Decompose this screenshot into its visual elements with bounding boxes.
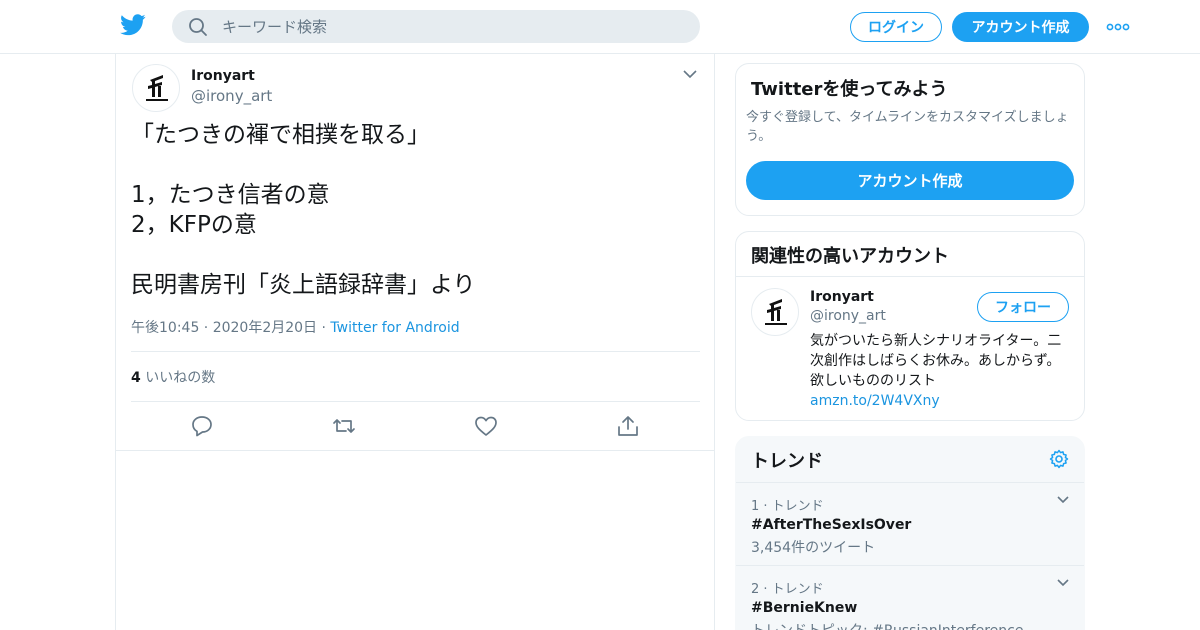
related-account-bio: 気がついたら新人シナリオライター。二次創作はしばらくお休み。あしからず。 欲しい… xyxy=(810,331,1072,411)
trends-card: トレンド 1 · トレンド #AfterTheSexIsOver 3,454件の… xyxy=(735,436,1085,630)
signup-card-button[interactable]: アカウント作成 xyxy=(746,161,1074,200)
user-name[interactable]: Ironyart xyxy=(191,68,255,84)
like-stats[interactable]: 4 いいねの数 xyxy=(131,367,215,387)
twitter-bird-icon[interactable] xyxy=(120,14,146,36)
ironyart-logo-icon xyxy=(765,299,787,325)
signup-button[interactable]: アカウント作成 xyxy=(952,12,1089,42)
login-button[interactable]: ログイン xyxy=(850,12,942,42)
user-handle[interactable]: @irony_art xyxy=(191,87,272,105)
divider xyxy=(736,482,1084,483)
avatar[interactable] xyxy=(751,288,799,336)
follow-button[interactable]: フォロー xyxy=(977,292,1069,322)
trend-meta: 3,454件のツイート xyxy=(751,540,876,556)
reply-icon[interactable] xyxy=(190,415,214,437)
tweet-timestamp[interactable]: 午後10:45 · 2020年2月20日 · xyxy=(131,320,326,336)
chevron-down-icon[interactable] xyxy=(1056,578,1070,588)
like-count: 4 xyxy=(131,370,141,386)
related-account-name[interactable]: Ironyart xyxy=(810,289,874,305)
trend-rank: 2 · トレンド xyxy=(751,582,824,597)
divider xyxy=(736,565,1084,566)
gear-icon[interactable] xyxy=(1049,449,1069,469)
divider xyxy=(131,351,700,352)
related-accounts-card: 関連性の高いアカウント Ironyart @irony_art フォロー 気がつ… xyxy=(735,231,1085,421)
like-count-label: いいねの数 xyxy=(145,370,216,386)
signup-card-description: 今すぐ登録して、タイムラインをカスタマイズしましょう。 xyxy=(746,110,1069,144)
tweet-detail: Ironyart @irony_art 「たつきの褌で相撲を取る」 1，たつき信… xyxy=(115,54,715,630)
avatar[interactable] xyxy=(132,64,180,112)
bio-link[interactable]: amzn.to/2W4VXny xyxy=(810,391,1072,411)
divider xyxy=(131,401,700,402)
like-heart-icon[interactable] xyxy=(474,415,498,437)
chevron-down-icon[interactable] xyxy=(682,68,698,80)
divider xyxy=(736,276,1084,277)
tweet-meta: 午後10:45 · 2020年2月20日 · Twitter for Andro… xyxy=(131,317,460,337)
search-bar[interactable] xyxy=(172,10,700,43)
tweet-source-link[interactable]: Twitter for Android xyxy=(330,320,459,336)
chevron-down-icon[interactable] xyxy=(1056,495,1070,505)
trend-tag[interactable]: #AfterTheSexIsOver xyxy=(751,517,1081,533)
related-account-handle[interactable]: @irony_art xyxy=(810,308,886,324)
trends-title: トレンド xyxy=(751,451,823,472)
ironyart-logo-icon xyxy=(146,75,168,101)
top-bar: ログイン アカウント作成 xyxy=(0,0,1200,54)
signup-card-title: Twitterを使ってみよう xyxy=(751,79,948,100)
trend-tag[interactable]: #BernieKnew xyxy=(751,600,1081,616)
search-input[interactable] xyxy=(222,10,682,43)
trend-item[interactable]: 2 · トレンド #BernieKnew トレンドトピック: #RussianI… xyxy=(751,578,1081,630)
tweet-text: 「たつきの褌で相撲を取る」 1，たつき信者の意 2，KFPの意 民明書房刊「炎上… xyxy=(131,122,476,298)
signup-card: Twitterを使ってみよう 今すぐ登録して、タイムラインをカスタマイズしましょ… xyxy=(735,63,1085,216)
search-icon xyxy=(189,18,207,36)
bio-text: 気がついたら新人シナリオライター。二次創作はしばらくお休み。あしからず。 欲しい… xyxy=(810,333,1062,389)
more-options-icon[interactable] xyxy=(1106,20,1130,34)
divider xyxy=(116,450,714,451)
share-icon[interactable] xyxy=(616,415,640,437)
related-accounts-title: 関連性の高いアカウント xyxy=(751,246,949,267)
trend-item[interactable]: 1 · トレンド #AfterTheSexIsOver 3,454件のツイート xyxy=(751,495,1081,557)
trend-rank: 1 · トレンド xyxy=(751,499,824,514)
retweet-icon[interactable] xyxy=(332,415,356,437)
trend-meta: トレンドトピック: #RussianInterference xyxy=(751,620,1081,630)
